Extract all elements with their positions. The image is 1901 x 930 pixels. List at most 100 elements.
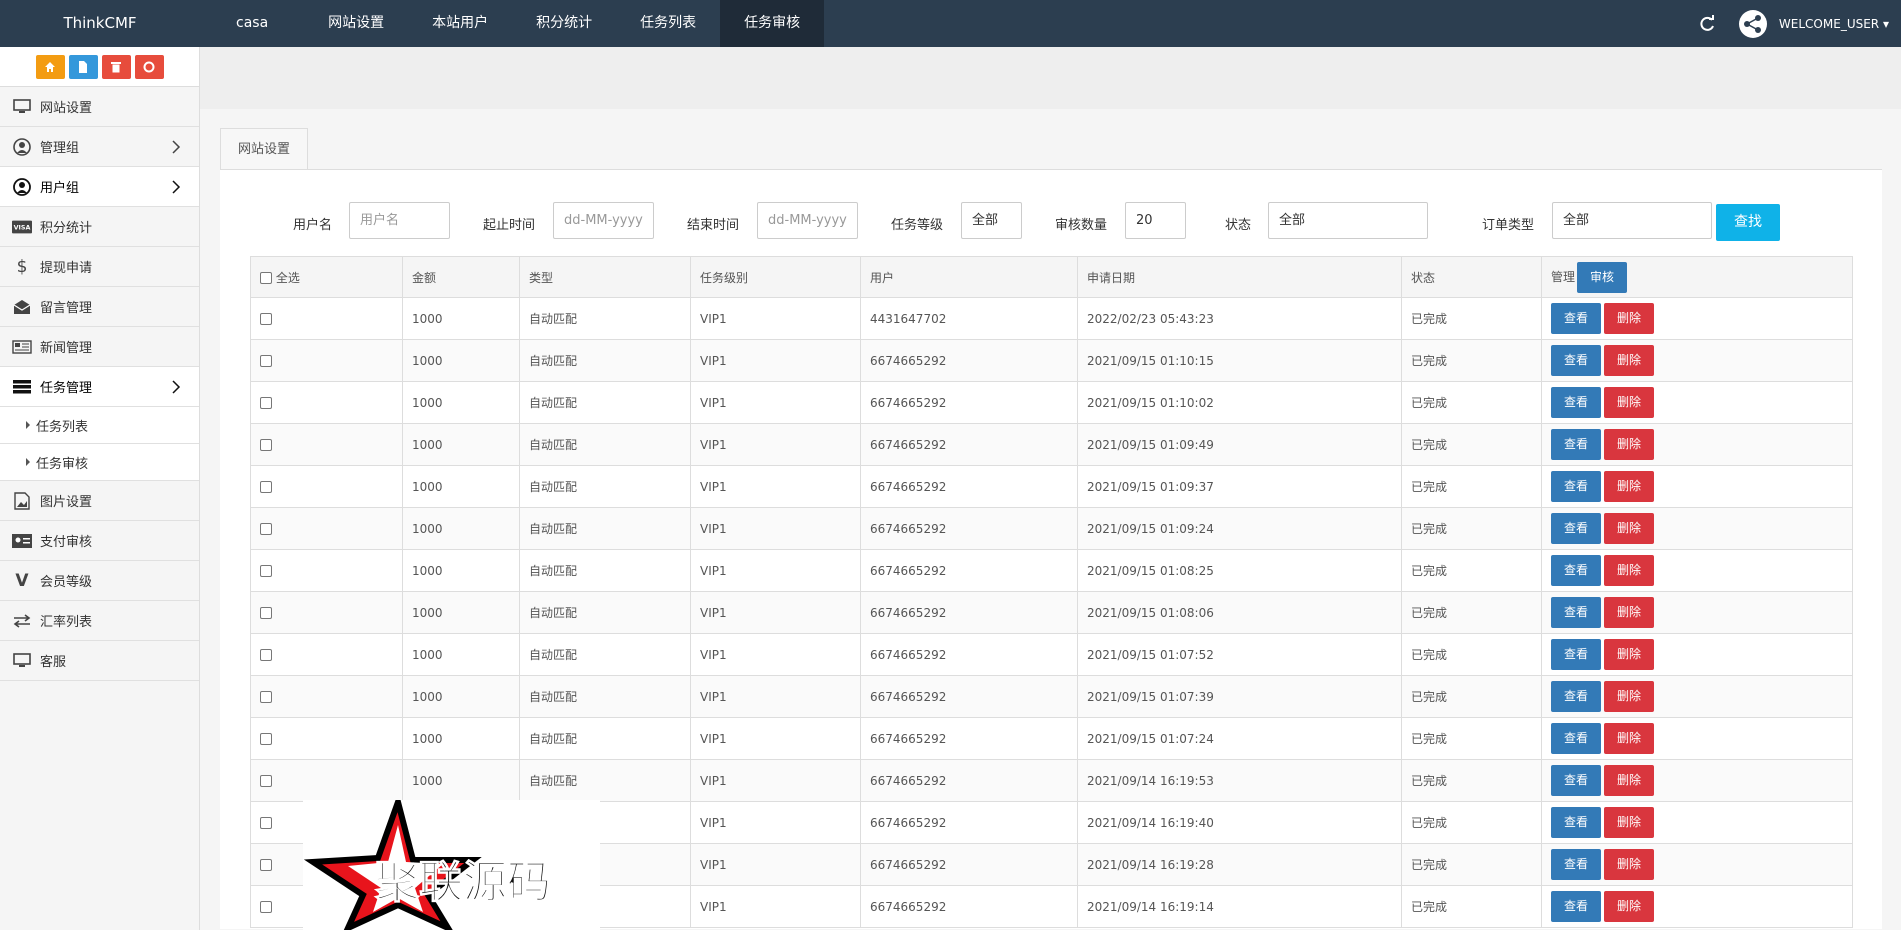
delete-button[interactable]: 删除	[1604, 639, 1654, 670]
row-checkbox[interactable]	[260, 649, 272, 661]
sidebar-item-payment-audit[interactable]: 支付审核	[0, 521, 199, 561]
sidebar-item-messages[interactable]: 留言管理	[0, 287, 199, 327]
delete-button[interactable]: 删除	[1604, 849, 1654, 880]
row-checkbox[interactable]	[260, 355, 272, 367]
sidebar-item-member-level[interactable]: V 会员等级	[0, 561, 199, 601]
home-button[interactable]	[35, 54, 65, 79]
view-button[interactable]: 查看	[1551, 303, 1601, 334]
view-button[interactable]: 查看	[1551, 387, 1601, 418]
document-button[interactable]	[68, 54, 98, 79]
delete-button[interactable]: 删除	[1604, 471, 1654, 502]
sidebar-subitem-task-list[interactable]: 任务列表	[0, 407, 199, 444]
table-row: 1000 自动匹配 VIP1 6674665292 2021/09/14 16:19:5…	[250, 759, 1853, 802]
view-button[interactable]: 查看	[1551, 891, 1601, 922]
brand-logo[interactable]: ThinkCMF	[0, 0, 200, 47]
view-button[interactable]: 查看	[1551, 429, 1601, 460]
recycle-button[interactable]	[134, 54, 164, 79]
refresh-icon[interactable]	[1697, 14, 1717, 34]
view-button[interactable]: 查看	[1551, 345, 1601, 376]
trash-button[interactable]	[101, 54, 131, 79]
delete-button[interactable]: 删除	[1604, 513, 1654, 544]
nav-points-stats[interactable]: 积分统计	[512, 0, 616, 47]
sidebar-item-news[interactable]: 新闻管理	[0, 327, 199, 367]
row-checkbox[interactable]	[260, 733, 272, 745]
top-right-area: WELCOME_USER ▾	[1697, 0, 1901, 47]
row-checkbox[interactable]	[260, 565, 272, 577]
nav-site-settings[interactable]: 网站设置	[304, 0, 408, 47]
watermark-logo: 聚联源码	[303, 791, 600, 930]
view-button[interactable]: 查看	[1551, 639, 1601, 670]
audit-count-input[interactable]: 20	[1125, 202, 1186, 239]
view-button[interactable]: 查看	[1551, 471, 1601, 502]
row-checkbox[interactable]	[260, 775, 272, 787]
header-strip	[200, 47, 1901, 109]
delete-button[interactable]: 删除	[1604, 723, 1654, 754]
view-button[interactable]: 查看	[1551, 807, 1601, 838]
sidebar-item-site-settings[interactable]: 网站设置	[0, 87, 199, 127]
delete-button[interactable]: 删除	[1604, 555, 1654, 586]
user-cell: 6674665292	[860, 717, 1078, 760]
row-checkbox[interactable]	[260, 481, 272, 493]
sidebar-item-withdraw[interactable]: $ 提现申请	[0, 247, 199, 287]
sidebar-item-user-group[interactable]: 用户组	[0, 167, 199, 207]
nav-site-users[interactable]: 本站用户	[408, 0, 512, 47]
sidebar-item-exchange-rates[interactable]: 汇率列表	[0, 601, 199, 641]
username-input[interactable]: 用户名	[349, 202, 450, 239]
row-checkbox[interactable]	[260, 313, 272, 325]
status-select[interactable]: 全部	[1268, 202, 1428, 239]
delete-button[interactable]: 删除	[1604, 807, 1654, 838]
actions-cell: 查看 删除	[1541, 801, 1853, 844]
nav-task-audit[interactable]: 任务审核	[720, 0, 825, 47]
view-button[interactable]: 查看	[1551, 849, 1601, 880]
sidebar-item-task-management[interactable]: 任务管理	[0, 367, 199, 407]
apply-date-cell: 2021/09/14 16:19:40	[1077, 801, 1402, 844]
view-button[interactable]: 查看	[1551, 555, 1601, 586]
sidebar-item-admin-group[interactable]: 管理组	[0, 127, 199, 167]
view-button[interactable]: 查看	[1551, 765, 1601, 796]
start-date-input[interactable]: dd-MM-yyyy	[553, 202, 654, 239]
end-date-input[interactable]: dd-MM-yyyy	[757, 202, 858, 239]
order-type-select[interactable]: 全部	[1552, 202, 1712, 239]
delete-button[interactable]: 删除	[1604, 345, 1654, 376]
user-menu[interactable]: WELCOME_USER ▾	[1779, 17, 1889, 31]
sidebar-item-image-settings[interactable]: 图片设置	[0, 481, 199, 521]
type-cell: 自动匹配	[519, 591, 691, 634]
audit-button[interactable]: 审核	[1577, 261, 1628, 293]
sidebar-item-points-stats[interactable]: VISA 积分统计	[0, 207, 199, 247]
search-button[interactable]: 查找	[1716, 204, 1780, 241]
delete-button[interactable]: 删除	[1604, 303, 1654, 334]
delete-button[interactable]: 删除	[1604, 387, 1654, 418]
view-button[interactable]: 查看	[1551, 681, 1601, 712]
nav-casa[interactable]: casa	[200, 0, 304, 47]
sidebar-item-customer-service[interactable]: 客服	[0, 641, 199, 681]
row-checkbox[interactable]	[260, 859, 272, 871]
tab-site-settings[interactable]: 网站设置	[220, 128, 308, 170]
row-checkbox[interactable]	[260, 523, 272, 535]
row-checkbox[interactable]	[260, 901, 272, 913]
select-all-checkbox[interactable]	[260, 272, 272, 284]
nav-task-list[interactable]: 任务列表	[616, 0, 720, 47]
status-cell: 已完成	[1401, 675, 1542, 718]
actions-cell: 查看 删除	[1541, 633, 1853, 676]
delete-button[interactable]: 删除	[1604, 891, 1654, 922]
row-checkbox[interactable]	[260, 439, 272, 451]
task-level-select[interactable]: 全部	[961, 202, 1022, 239]
sidebar-subitem-task-audit[interactable]: 任务审核	[0, 444, 199, 481]
audit-count-label: 审核数量	[1055, 218, 1108, 233]
view-button[interactable]: 查看	[1551, 513, 1601, 544]
visa-icon: VISA	[12, 217, 32, 237]
view-button[interactable]: 查看	[1551, 723, 1601, 754]
row-checkbox[interactable]	[260, 607, 272, 619]
delete-button[interactable]: 删除	[1604, 429, 1654, 460]
sidebar-item-label: 提现申请	[40, 261, 93, 276]
delete-button[interactable]: 删除	[1604, 765, 1654, 796]
delete-button[interactable]: 删除	[1604, 597, 1654, 628]
type-cell: 自动匹配	[519, 339, 691, 382]
delete-button[interactable]: 删除	[1604, 681, 1654, 712]
row-checkbox[interactable]	[260, 817, 272, 829]
share-avatar-icon[interactable]	[1737, 8, 1769, 40]
row-checkbox[interactable]	[260, 691, 272, 703]
user-cell: 6674665292	[860, 675, 1078, 718]
view-button[interactable]: 查看	[1551, 597, 1601, 628]
row-checkbox[interactable]	[260, 397, 272, 409]
